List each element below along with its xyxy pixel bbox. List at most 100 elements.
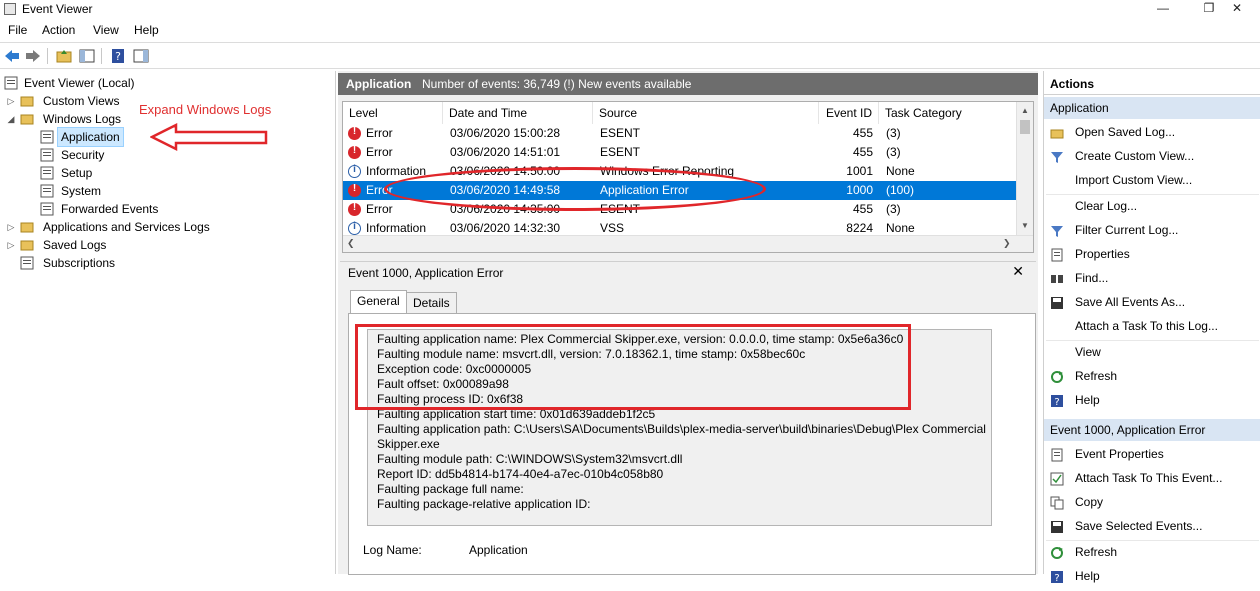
action-help[interactable]: ? Help [1050, 565, 1255, 587]
error-icon [348, 145, 361, 159]
scroll-down-icon[interactable]: ▼ [1021, 221, 1029, 230]
tree-item-setup[interactable]: Setup [40, 164, 190, 182]
save-icon [1050, 295, 1064, 309]
cell-level: Error [366, 145, 393, 159]
annotation-oval [384, 167, 766, 211]
cell-event-id: 455 [852, 126, 873, 140]
column-header-event-id[interactable]: Event ID [819, 102, 879, 124]
cell-task: (3) [886, 145, 901, 159]
log-name-value: Application [469, 543, 528, 557]
action-save-selected-events[interactable]: Save Selected Events... [1050, 515, 1255, 537]
actions-pane: Actions Application Open Saved Log... Cre… [1043, 71, 1260, 584]
tree-item-forwarded-events[interactable]: Forwarded Events [40, 200, 190, 218]
description-line: Faulting package-relative application ID… [377, 497, 591, 511]
show-action-pane-icon[interactable] [132, 47, 150, 65]
action-event-properties[interactable]: Event Properties [1050, 443, 1255, 465]
horizontal-scrollbar[interactable]: ❮ ❯ [343, 235, 1033, 252]
action-attach-task-to-this-event[interactable]: Attach Task To This Event... [1050, 467, 1255, 489]
tree-item-app-services-logs[interactable]: ▷ Applications and Services Logs [6, 218, 246, 236]
event-viewer-app-icon [4, 3, 16, 15]
action-label: Refresh [1075, 369, 1118, 383]
save-icon [1050, 519, 1064, 533]
scroll-up-icon[interactable]: ▲ [1021, 106, 1029, 115]
forward-arrow-icon[interactable] [24, 47, 42, 65]
svg-text:?: ? [115, 50, 121, 63]
cell-event-id: 455 [852, 145, 873, 159]
table-row[interactable]: Error 03/06/2020 15:00:28 ESENT 455 (3) [343, 124, 1017, 143]
help-icon: ? [1050, 569, 1064, 584]
action-create-custom-view[interactable]: Create Custom View... [1050, 145, 1255, 167]
action-help[interactable]: ? Help [1050, 389, 1255, 411]
description-line: Skipper.exe [377, 437, 440, 451]
cell-source: ESENT [600, 126, 641, 140]
close-details-icon[interactable]: ✕ [1012, 263, 1024, 280]
cell-event-id: 1001 [846, 164, 873, 178]
description-line: Report ID: dd5b4814-b174-40e4-a7ec-010b4… [377, 467, 664, 481]
column-header-task-category[interactable]: Task Category [879, 102, 1017, 124]
cell-date: 03/06/2020 14:51:01 [450, 145, 561, 159]
action-find[interactable]: Find... [1050, 267, 1255, 289]
cell-task: (100) [886, 183, 915, 197]
action-label: Refresh [1075, 545, 1118, 559]
folder-up-icon[interactable] [55, 47, 73, 65]
actions-title: Actions [1044, 73, 1260, 95]
help-icon[interactable]: ? [109, 47, 127, 65]
menu-action[interactable]: Action [42, 23, 75, 37]
action-copy[interactable]: Copy [1050, 491, 1255, 513]
action-save-all-events-as[interactable]: Save All Events As... [1050, 291, 1255, 313]
action-view[interactable]: View [1050, 341, 1255, 363]
folder-icon [20, 240, 34, 251]
description-line: Faulting application path: C:\Users\SA\D… [377, 422, 986, 436]
action-refresh[interactable]: Refresh [1050, 365, 1255, 387]
action-properties[interactable]: Properties [1050, 243, 1255, 265]
toolbar-separator [47, 48, 48, 64]
log-name-label: Log Name: [363, 543, 422, 557]
action-import-custom-view[interactable]: Import Custom View... [1050, 169, 1255, 191]
scroll-left-icon[interactable]: ❮ [347, 238, 355, 249]
action-refresh[interactable]: Refresh [1050, 541, 1255, 563]
action-label: Save Selected Events... [1075, 519, 1203, 533]
tab-general[interactable]: General [350, 290, 407, 314]
vertical-scrollbar[interactable]: ▲ ▼ [1016, 102, 1033, 235]
collapse-chevron-icon[interactable]: ◢ [6, 110, 16, 128]
actions-section-application[interactable]: Application [1044, 97, 1260, 119]
action-label: Properties [1075, 247, 1130, 261]
expand-chevron-icon[interactable]: ▷ [6, 218, 16, 236]
menu-help[interactable]: Help [134, 23, 159, 37]
menu-file[interactable]: File [8, 23, 27, 37]
column-header-level[interactable]: Level [343, 102, 443, 124]
action-open-saved-log[interactable]: Open Saved Log... [1050, 121, 1255, 143]
action-clear-log[interactable]: Clear Log... [1050, 195, 1255, 217]
back-arrow-icon[interactable] [3, 47, 21, 65]
svg-text:?: ? [1054, 573, 1059, 584]
find-icon [1050, 271, 1064, 285]
close-window-button[interactable]: ✕ [1214, 0, 1260, 19]
copy-icon [1050, 495, 1064, 510]
expand-chevron-icon[interactable]: ▷ [6, 92, 16, 110]
action-filter-current-log[interactable]: Filter Current Log... [1050, 219, 1255, 241]
log-event-count: Number of events: 36,749 (!) New events … [422, 77, 692, 91]
action-attach-a-task-to-this-log[interactable]: Attach a Task To this Log... [1050, 315, 1255, 337]
svg-text:?: ? [1054, 397, 1059, 408]
scroll-right-icon[interactable]: ❯ [1003, 238, 1011, 249]
cell-event-id: 1000 [846, 183, 873, 197]
show-hide-tree-icon[interactable] [78, 47, 96, 65]
action-label: Create Custom View... [1075, 149, 1195, 163]
actions-section-event[interactable]: Event 1000, Application Error [1044, 419, 1260, 441]
cell-event-id: 455 [852, 202, 873, 216]
tree-item-subscriptions[interactable]: Subscriptions [20, 254, 220, 272]
table-row[interactable]: Error 03/06/2020 14:51:01 ESENT 455 (3) [343, 143, 1017, 162]
column-header-date[interactable]: Date and Time [443, 102, 593, 124]
action-label: Help [1075, 393, 1100, 407]
expand-chevron-icon[interactable]: ▷ [6, 236, 16, 254]
menu-view[interactable]: View [93, 23, 119, 37]
info-icon [348, 164, 361, 178]
folder-icon [20, 114, 34, 125]
properties-icon [1050, 247, 1064, 262]
scrollbar-thumb[interactable] [1020, 120, 1030, 134]
minimize-button[interactable]: — [1140, 0, 1186, 19]
tab-details[interactable]: Details [406, 292, 457, 314]
tree-item-saved-logs[interactable]: ▷ Saved Logs [6, 236, 206, 254]
tree-item-system[interactable]: System [40, 182, 190, 200]
column-header-source[interactable]: Source [593, 102, 819, 124]
